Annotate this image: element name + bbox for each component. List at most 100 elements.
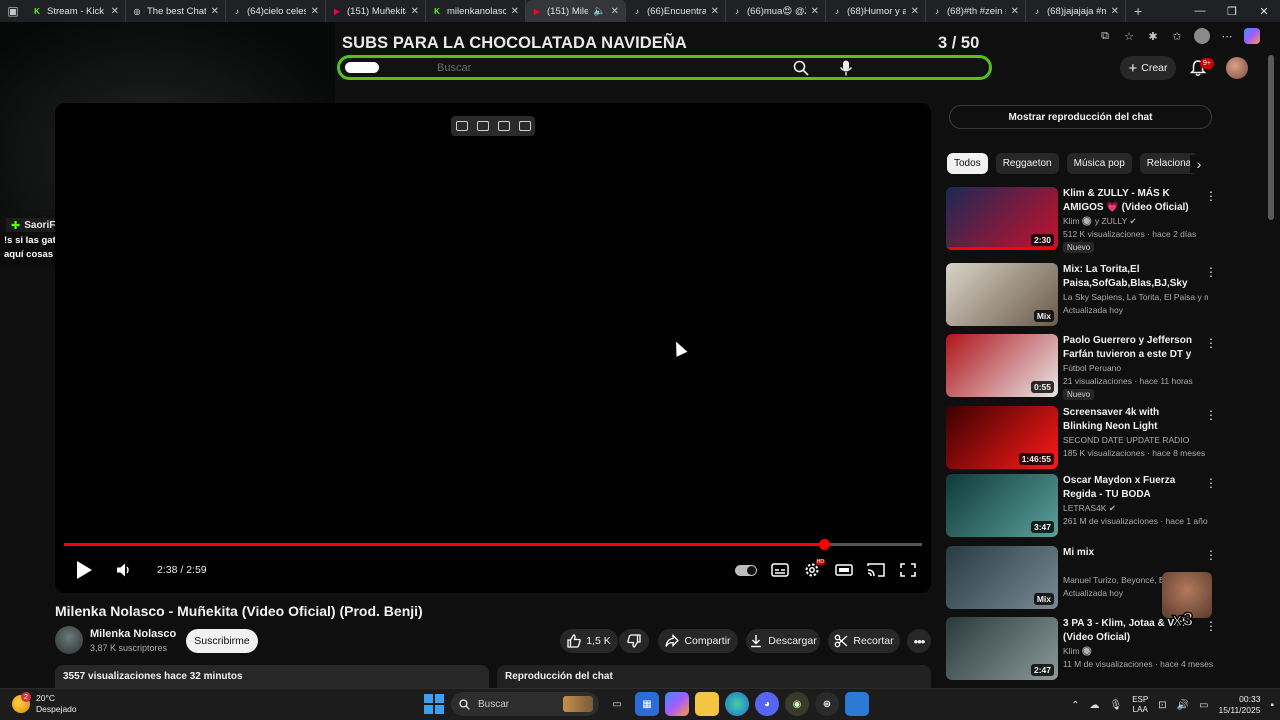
- clip-button[interactable]: Recortar: [828, 629, 900, 653]
- profile-icon[interactable]: [1194, 28, 1210, 44]
- search-input[interactable]: Buscar: [437, 62, 793, 74]
- progress-scrubber[interactable]: [819, 539, 831, 550]
- video-thumbnail[interactable]: Mix: [946, 263, 1058, 326]
- theater-mode-icon[interactable]: [835, 562, 853, 578]
- recommended-video[interactable]: 3:47 Oscar Maydon x Fuerza Regida - TU BO…: [946, 474, 1217, 540]
- onedrive-icon[interactable]: ☁: [1090, 700, 1100, 711]
- close-tab-icon[interactable]: ✕: [511, 6, 519, 17]
- close-tab-icon[interactable]: ✕: [211, 6, 219, 17]
- extensions-icon[interactable]: ✱: [1146, 29, 1160, 43]
- translate-icon[interactable]: [518, 121, 531, 131]
- more-vertical-icon[interactable]: ⋮: [1205, 619, 1217, 633]
- search-bar[interactable]: Buscar: [337, 55, 992, 80]
- download-button[interactable]: Descargar: [746, 629, 820, 653]
- more-menu-icon[interactable]: ⋯: [1220, 29, 1234, 43]
- channel-name[interactable]: Milenka Nolasco: [90, 628, 176, 640]
- clock[interactable]: 00:33 15/11/2025: [1219, 694, 1261, 716]
- browser-tab[interactable]: ♪ (66)Encuentra 'm ✕: [626, 0, 726, 22]
- app-install-icon[interactable]: ⧉: [1098, 29, 1112, 43]
- like-button[interactable]: 1,5 K: [560, 629, 618, 653]
- fullscreen-icon[interactable]: [899, 562, 917, 578]
- recommended-video[interactable]: 0:55 Paolo Guerrero y Jefferson Farfán tu…: [946, 334, 1217, 400]
- microphone-icon[interactable]: 🎙: [1110, 700, 1123, 711]
- recommended-title[interactable]: Mi mix: [1063, 546, 1195, 560]
- video-thumbnail[interactable]: 1:46:55: [946, 406, 1058, 469]
- notification-center-icon[interactable]: ▪: [1270, 700, 1274, 711]
- battery-icon[interactable]: ▭: [1199, 700, 1208, 711]
- more-vertical-icon[interactable]: ⋮: [1205, 189, 1217, 203]
- recommended-title[interactable]: Mix: La Torita,El Paisa,SofGab,Blas,BJ,S…: [1063, 263, 1195, 290]
- more-actions-button[interactable]: •••: [907, 629, 931, 653]
- close-tab-icon[interactable]: ✕: [811, 6, 819, 17]
- file-explorer-icon[interactable]: [695, 692, 719, 716]
- recommended-channel[interactable]: Klim 🔘 y ZULLY ✔: [1063, 216, 1208, 227]
- recommended-title[interactable]: Klim & ZULLY - MÁS K AMIGOS 💗 (Video Ofi…: [1063, 187, 1195, 214]
- bookmark-star-icon[interactable]: ☆: [1122, 29, 1136, 43]
- browser-tab[interactable]: ♪ (66)mua😍 @Zu ✕: [726, 0, 826, 22]
- more-vertical-icon[interactable]: ⋮: [1205, 476, 1217, 490]
- more-vertical-icon[interactable]: ⋮: [1205, 265, 1217, 279]
- progress-bar[interactable]: [64, 539, 922, 550]
- tab-actions-icon[interactable]: ▣: [0, 0, 26, 22]
- chevron-right-icon[interactable]: ›: [1190, 155, 1208, 173]
- more-vertical-icon[interactable]: ⋮: [1205, 548, 1217, 562]
- minimize-icon[interactable]: —: [1184, 0, 1216, 22]
- browser-tab[interactable]: K Stream - Kick Da ✕: [26, 0, 126, 22]
- subscribe-button[interactable]: Suscribirme: [186, 629, 258, 653]
- recommended-channel[interactable]: Fútbol Peruano: [1063, 363, 1208, 373]
- more-vertical-icon[interactable]: ⋮: [1205, 336, 1217, 350]
- pip-icon[interactable]: [455, 121, 468, 131]
- video-thumbnail[interactable]: 2:47: [946, 617, 1058, 680]
- close-tab-icon[interactable]: ✕: [611, 6, 619, 17]
- taskbar-search[interactable]: Buscar: [451, 692, 599, 716]
- close-tab-icon[interactable]: ✕: [311, 6, 319, 17]
- monitor-icon[interactable]: ⊡: [1158, 700, 1166, 711]
- recommended-channel[interactable]: La Sky Sapiens, La Torita, El Paisa y má…: [1063, 292, 1208, 302]
- subtitles-icon[interactable]: [771, 562, 789, 578]
- video-thumbnail[interactable]: Mix: [946, 546, 1058, 609]
- maximize-icon[interactable]: ❐: [1216, 0, 1248, 22]
- video-thumbnail[interactable]: 0:55: [946, 334, 1058, 397]
- recommended-channel[interactable]: LETRAS4K ✔: [1063, 503, 1208, 514]
- browser-tab[interactable]: Kmilenkanolasco ✕: [426, 0, 526, 22]
- recommended-channel[interactable]: SECOND DATE UPDATE RADIO: [1063, 435, 1208, 445]
- browser-tab[interactable]: ▶ (151) Muñekita - ✕: [326, 0, 426, 22]
- recommended-video[interactable]: 2:30 Klim & ZULLY - MÁS K AMIGOS 💗 (Video…: [946, 187, 1217, 253]
- page-scrollbar[interactable]: [1268, 55, 1274, 220]
- volume-button[interactable]: [116, 559, 132, 581]
- browser-tab[interactable]: ▶ (151) Mileni 🔈 ✕: [526, 0, 626, 22]
- browser-tab[interactable]: ♪ (68)Humor y am ✕: [826, 0, 926, 22]
- video-thumbnail[interactable]: 2:30: [946, 187, 1058, 250]
- create-button[interactable]: + Crear: [1120, 56, 1176, 80]
- windows-start-icon[interactable]: [423, 693, 445, 715]
- obs-icon[interactable]: ◉: [785, 692, 809, 716]
- autoplay-toggle[interactable]: [735, 564, 757, 576]
- video-player[interactable]: 2:38 / 2:59 HD: [55, 103, 931, 593]
- discord-icon[interactable]: ◕: [755, 692, 779, 716]
- cast-icon[interactable]: [867, 562, 885, 578]
- favorites-icon[interactable]: ✩: [1170, 29, 1184, 43]
- video-thumbnail[interactable]: 3:47: [946, 474, 1058, 537]
- close-tab-icon[interactable]: ✕: [911, 6, 919, 17]
- video-frame-icon[interactable]: [476, 121, 489, 131]
- app-icon[interactable]: ⊛: [815, 692, 839, 716]
- browser-tab[interactable]: ◎ The best ChatBo ✕: [126, 0, 226, 22]
- share-button[interactable]: Compartir: [658, 629, 738, 653]
- user-avatar[interactable]: [1226, 57, 1248, 79]
- recommended-video[interactable]: 1:46:55 Screensaver 4k with Blinking Neon…: [946, 406, 1217, 472]
- close-tab-icon[interactable]: ✕: [1111, 6, 1119, 17]
- mute-icon[interactable]: 🔈: [593, 6, 605, 17]
- close-tab-icon[interactable]: ✕: [1011, 6, 1019, 17]
- close-tab-icon[interactable]: ✕: [711, 6, 719, 17]
- copilot-taskbar-icon[interactable]: [665, 692, 689, 716]
- new-tab-icon[interactable]: +: [1134, 3, 1142, 19]
- speaker-icon[interactable]: 🔊: [1177, 700, 1189, 711]
- recommended-channel[interactable]: Klim 🔘: [1063, 646, 1208, 657]
- browser-tab[interactable]: ♪ (64)cielo celeste ✕: [226, 0, 326, 22]
- notes-icon[interactable]: [497, 121, 510, 131]
- task-view-icon[interactable]: ▭: [605, 692, 629, 716]
- store-icon[interactable]: ▦: [635, 692, 659, 716]
- edge-browser-icon[interactable]: [725, 692, 749, 716]
- more-vertical-icon[interactable]: ⋮: [1205, 408, 1217, 422]
- language-indicator[interactable]: ESP LAA: [1132, 695, 1148, 715]
